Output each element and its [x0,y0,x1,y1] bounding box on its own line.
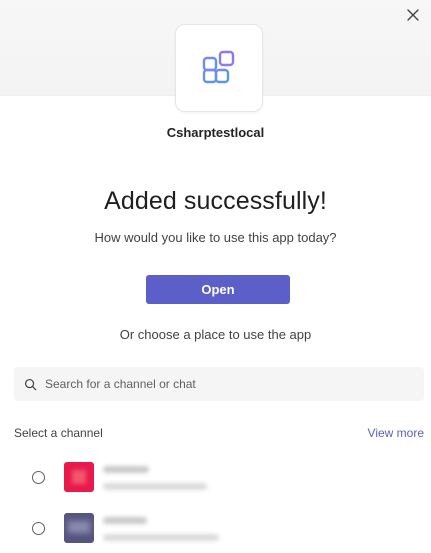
app-name: Csharptestlocal [166,125,265,140]
channel-row[interactable] [0,509,431,549]
channel-thumbnail-icon [64,462,94,492]
channel-radio[interactable] [32,471,45,484]
search-icon [24,378,37,390]
view-more-link[interactable]: View more [368,426,424,440]
open-button[interactable]: Open [146,275,290,304]
search-box[interactable] [14,367,424,401]
channel-team-redacted [103,483,207,490]
app-icon-tile [175,24,263,112]
channel-name-redacted [103,466,149,473]
channel-row[interactable] [0,458,431,498]
app-grid-icon [202,50,235,84]
channel-thumbnail-icon [64,513,94,543]
success-subheading: How would you like to use this app today… [94,230,337,245]
close-button[interactable] [401,3,425,27]
success-heading: Added successfully! [104,187,327,215]
channel-name-redacted [103,517,147,524]
channel-team-redacted [103,534,219,541]
search-input[interactable] [43,376,417,392]
channel-radio[interactable] [32,522,45,535]
close-icon [407,9,419,21]
choose-place-text: Or choose a place to use the app [119,327,312,342]
select-channel-label: Select a channel [14,426,103,440]
